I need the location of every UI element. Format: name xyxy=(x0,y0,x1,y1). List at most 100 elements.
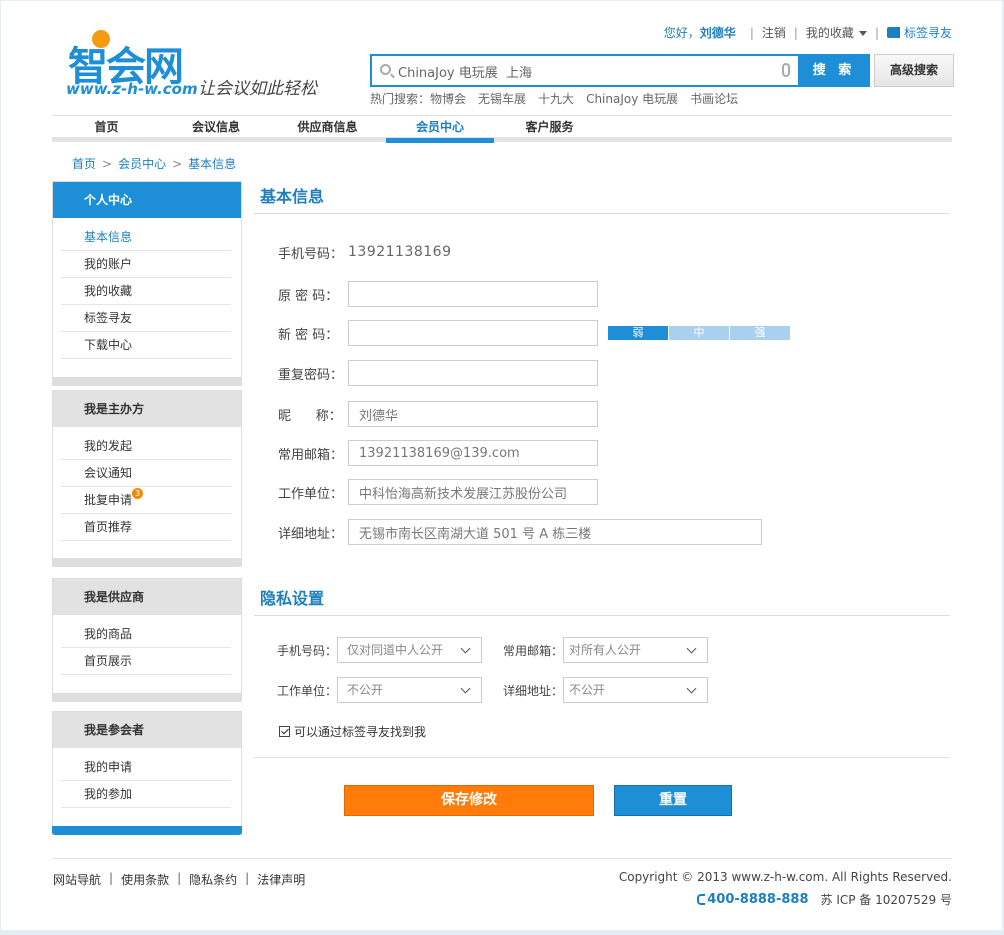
privacy-phone-row: 手机号码： 仅对同道中人公开 xyxy=(277,637,482,663)
hot-item[interactable]: 书画论坛 xyxy=(690,92,738,106)
privacy-email-select[interactable]: 对所有人公开 xyxy=(563,637,708,663)
privacy-phone-label: 手机号码： xyxy=(277,643,338,658)
hot-item[interactable]: 十九大 xyxy=(538,92,574,106)
new-password-label: 新 密 码： xyxy=(278,327,339,343)
advanced-search-button[interactable]: 高级搜索 xyxy=(874,54,954,87)
logout-link[interactable]: 注销 xyxy=(762,24,786,41)
divider xyxy=(254,757,950,758)
site-logo[interactable]: 智会网 www.z-h-w.com 让会议如此轻松 xyxy=(64,30,334,100)
sidebar-item-approvals[interactable]: 批复申请 3 xyxy=(61,487,231,514)
nav-underline xyxy=(386,138,494,143)
chevron-down-icon xyxy=(686,643,697,654)
nav-label: 供应商信息 xyxy=(297,120,358,134)
sidebar-footer xyxy=(52,377,242,386)
privacy-address-row: 详细地址： 不公开 xyxy=(503,677,708,703)
old-password-label: 原 密 码： xyxy=(278,288,339,304)
sidebar-item-notices[interactable]: 会议通知 xyxy=(61,460,231,487)
phone-icon xyxy=(697,894,706,905)
address-field[interactable] xyxy=(348,519,762,545)
sidebar-item-home-display[interactable]: 首页展示 xyxy=(61,648,231,675)
nav-member-center[interactable]: 会员中心 xyxy=(386,116,494,143)
old-password-field[interactable] xyxy=(348,281,598,307)
search-button[interactable]: 搜 索 xyxy=(798,54,870,87)
footer-contact: 400-8888-888 苏 ICP 备 10207529 号 xyxy=(697,891,952,908)
separator: | xyxy=(874,25,879,40)
hot-item[interactable]: ChinaJoy 电玩展 xyxy=(586,92,678,106)
sidebar-item-tag-friends[interactable]: 标签寻友 xyxy=(61,305,231,332)
save-button[interactable]: 保存修改 xyxy=(344,785,594,816)
footer-link-sitemap[interactable]: 网站导航 xyxy=(53,871,101,888)
sidebar-item-my-products[interactable]: 我的商品 xyxy=(61,621,231,648)
privacy-address-select[interactable]: 不公开 xyxy=(563,677,708,703)
sidebar-footer xyxy=(52,693,242,702)
separator: | xyxy=(177,871,182,885)
tag-search-checkbox-row[interactable]: 可以通过标签寻友找到我 xyxy=(279,723,426,740)
separator: | xyxy=(245,871,250,885)
old-password-row: 原 密 码： xyxy=(278,281,598,307)
footer-link-legal[interactable]: 法律声明 xyxy=(257,871,305,888)
sidebar-item-my-initiatives[interactable]: 我的发起 xyxy=(61,433,231,460)
sidebar-supplier: 我是供应商 我的商品 首页展示 xyxy=(52,578,242,702)
nickname-row: 昵 称： xyxy=(278,401,598,427)
footer-links: 网站导航 | 使用条款 | 隐私条约 | 法律声明 xyxy=(53,871,305,888)
logo-url: www.z-h-w.com xyxy=(66,80,198,98)
sidebar-item-my-participation[interactable]: 我的参加 xyxy=(61,781,231,808)
sidebar-organizer: 我是主办方 我的发起 会议通知 批复申请 3 首页推荐 xyxy=(52,390,242,567)
basic-info-title: 基本信息 xyxy=(254,182,950,214)
nav-underline xyxy=(52,138,161,143)
email-field[interactable] xyxy=(348,440,598,466)
nav-meetings[interactable]: 会议信息 xyxy=(164,116,268,143)
search-input[interactable] xyxy=(398,61,758,81)
crumb-member[interactable]: 会员中心 xyxy=(118,155,166,172)
checkbox-checked-icon[interactable] xyxy=(279,726,290,737)
nav-label: 首页 xyxy=(94,120,119,134)
phone-label: 手机号码： xyxy=(278,246,344,262)
copyright: Copyright © 2013 www.z-h-w.com. All Righ… xyxy=(618,870,952,884)
crumb-current: 基本信息 xyxy=(188,157,237,171)
separator: | xyxy=(793,25,798,40)
nickname-label: 昵 称： xyxy=(278,408,342,424)
crumb-home[interactable]: 首页 xyxy=(72,155,96,172)
privacy-email-label: 常用邮箱： xyxy=(503,643,564,658)
search-icon xyxy=(380,64,391,75)
main-nav: 首页 会议信息 供应商信息 会员中心 客户服务 xyxy=(52,115,952,143)
nickname-field[interactable] xyxy=(348,401,598,427)
tag-friends-link[interactable]: 标签寻友 xyxy=(886,24,952,41)
new-password-field[interactable] xyxy=(348,320,598,346)
company-field[interactable] xyxy=(348,479,598,505)
nav-suppliers[interactable]: 供应商信息 xyxy=(270,116,385,143)
strength-medium: 中 xyxy=(669,326,729,340)
nav-customer-service[interactable]: 客户服务 xyxy=(497,116,602,143)
chevron-down-icon xyxy=(460,643,471,654)
sidebar-heading: 个人中心 xyxy=(53,182,241,218)
sidebar-item-basic-info[interactable]: 基本信息 xyxy=(61,224,231,251)
repeat-password-row: 重复密码： xyxy=(278,360,598,386)
repeat-password-field[interactable] xyxy=(348,360,598,386)
privacy-company-select[interactable]: 不公开 xyxy=(337,677,482,703)
reset-button[interactable]: 重置 xyxy=(614,785,732,816)
sidebar-item-label: 批复申请 xyxy=(84,493,133,507)
sidebar-item-my-applications[interactable]: 我的申请 xyxy=(61,754,231,781)
microphone-icon[interactable] xyxy=(782,63,790,77)
hot-item[interactable]: 无锡车展 xyxy=(478,92,526,106)
favorites-menu[interactable]: 我的收藏 xyxy=(806,24,867,41)
top-user-links: 您好， 刘德华 | 注销 | 我的收藏 | 标签寻友 xyxy=(664,24,952,41)
hot-item[interactable]: 物博会 xyxy=(430,92,466,106)
email-row: 常用邮箱： xyxy=(278,440,598,466)
sidebar-item-home-recommend[interactable]: 首页推荐 xyxy=(61,514,231,541)
sidebar-item-downloads[interactable]: 下载中心 xyxy=(61,332,231,359)
footer-link-privacy[interactable]: 隐私条约 xyxy=(189,871,237,888)
privacy-phone-select[interactable]: 仅对同道中人公开 xyxy=(337,637,482,663)
address-row: 详细地址： xyxy=(278,519,762,545)
privacy-title: 隐私设置 xyxy=(254,584,950,616)
caret-down-icon xyxy=(858,31,867,36)
repeat-password-label: 重复密码： xyxy=(278,367,344,383)
tag-icon xyxy=(886,27,900,38)
password-strength-meter: 弱 中 强 xyxy=(608,326,791,340)
username-link[interactable]: 刘德华 xyxy=(700,24,736,41)
sidebar-item-account[interactable]: 我的账户 xyxy=(61,251,231,278)
sidebar-item-favorites[interactable]: 我的收藏 xyxy=(61,278,231,305)
footer-link-terms[interactable]: 使用条款 xyxy=(121,871,169,888)
chevron-right-icon: > xyxy=(172,156,183,171)
nav-home[interactable]: 首页 xyxy=(52,116,161,143)
